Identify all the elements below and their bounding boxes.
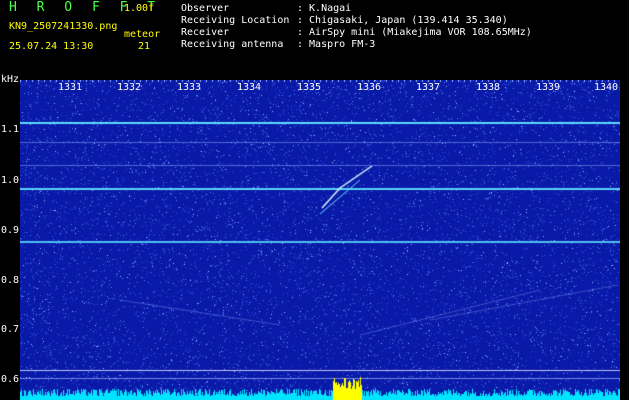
x-tick-label: 1332 <box>117 82 142 93</box>
antenna-value: : Maspro FM-3 <box>297 39 376 50</box>
x-tick-label: 1334 <box>237 82 262 93</box>
timestamp: 25.07.24 13:30 <box>9 41 94 52</box>
x-tick-label: 1336 <box>357 82 382 93</box>
y-tick-label: 0.9 <box>1 225 20 236</box>
antenna-label: Receiving antenna <box>181 39 284 50</box>
spectrogram-canvas <box>20 80 620 400</box>
meteor-count: 21 <box>138 41 151 52</box>
y-tick-label: 0.7 <box>1 324 20 335</box>
y-tick-label: 1.0 <box>1 175 20 186</box>
x-tick-label: 1337 <box>416 82 441 93</box>
x-tick-label: 1331 <box>58 82 83 93</box>
x-tick-label: 1335 <box>297 82 322 93</box>
x-tick-label: 1338 <box>476 82 501 93</box>
version-label: 1.00f <box>124 3 155 14</box>
y-tick-label: 1.1 <box>1 124 20 135</box>
receiver-row: Receiver : AirSpy mini (Miakejima VOR 108… <box>181 27 532 38</box>
observer-row: Observer : K.Nagai <box>181 3 351 14</box>
x-tick-label: 1339 <box>536 82 561 93</box>
location-value: : Chigasaki, Japan (139.414 35.340) <box>297 15 508 26</box>
observer-value: : K.Nagai <box>297 3 352 14</box>
location-label: Receiving Location <box>181 15 290 26</box>
x-tick-label: 1333 <box>177 82 202 93</box>
spectrogram <box>20 80 620 400</box>
location-row: Receiving Location : Chigasaki, Japan (13… <box>181 15 508 26</box>
file-name: KN9_2507241330.png <box>9 21 118 32</box>
antenna-row: Receiving antenna : Maspro FM-3 <box>181 39 375 50</box>
y-axis-unit: kHz <box>1 74 20 85</box>
x-tick-label: 1340 <box>594 82 619 93</box>
receiver-value: : AirSpy mini (Miakejima VOR 108.65MHz) <box>297 27 532 38</box>
y-tick-label: 0.8 <box>1 275 20 286</box>
meteor-count-label: meteor <box>124 29 161 40</box>
receiver-label: Receiver <box>181 27 230 38</box>
observer-label: Observer <box>181 3 230 14</box>
hroff-window: H R O F F T 1.00f KN9_2507241330.png 25.… <box>0 0 629 400</box>
y-tick-label: 0.6 <box>1 374 20 385</box>
